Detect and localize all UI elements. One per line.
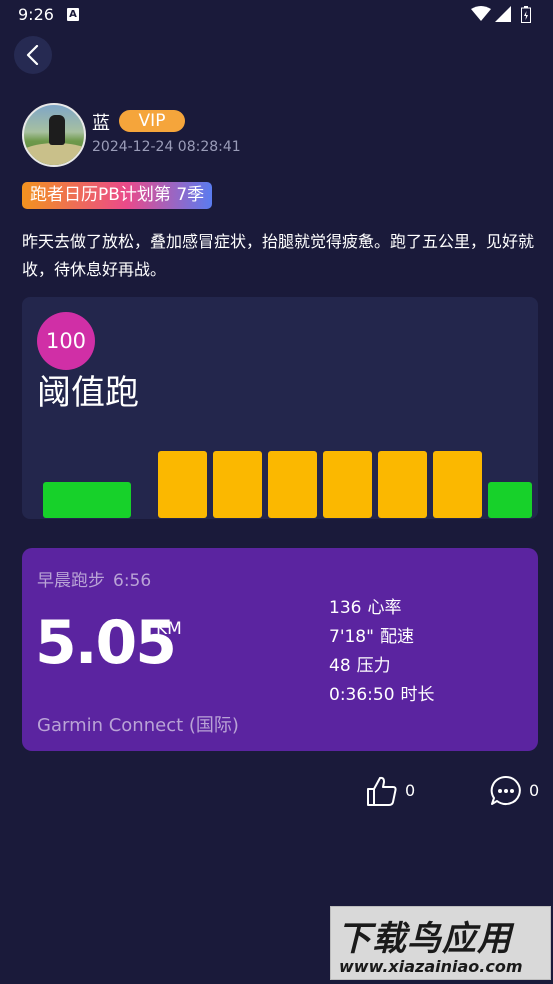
battery-icon xyxy=(521,6,531,23)
comment-icon xyxy=(490,775,521,805)
post-timestamp: 2024-12-24 08:28:41 xyxy=(92,139,241,155)
vip-badge: VIP xyxy=(119,110,185,132)
activity-distance-unit: KM xyxy=(156,619,182,639)
stat-value: 136 xyxy=(329,598,362,618)
post-text: 昨天去做了放松，叠加感冒症状，抬腿就觉得疲惫。跑了五公里，见好就收，待休息好再战… xyxy=(22,232,535,279)
activity-card[interactable]: 早晨跑步 6:56 5.05 KM 136 心率 7'18" 配速 48 压力 0:36… xyxy=(22,548,538,751)
stat-pace: 7'18" 配速 xyxy=(329,623,435,652)
stat-value: 48 xyxy=(329,656,351,676)
stat-label: 配速 xyxy=(379,627,414,647)
chevron-left-icon xyxy=(26,45,39,65)
activity-name: 早晨跑步 xyxy=(37,571,105,591)
stat-label: 心率 xyxy=(367,598,402,618)
stat-duration: 0:36:50 时长 xyxy=(329,681,435,710)
activity-distance: 5.05 xyxy=(35,608,177,678)
avatar-hill xyxy=(24,143,84,165)
workout-bar-easy xyxy=(488,482,532,518)
status-bar: 9:26 A xyxy=(0,0,553,32)
like-button[interactable]: 0 xyxy=(365,774,425,810)
thumbs-up-icon xyxy=(367,776,397,806)
status-time: 9:26 xyxy=(18,5,54,24)
watermark: 下载鸟应用 www.xiazainiao.com xyxy=(330,906,551,980)
signal-icon xyxy=(495,6,511,22)
back-button[interactable] xyxy=(14,36,52,74)
stat-value: 0:36:50 xyxy=(329,685,395,705)
avatar[interactable] xyxy=(22,103,86,167)
workout-bar-threshold xyxy=(323,451,372,518)
stat-stress: 48 压力 xyxy=(329,652,435,681)
workout-bar-threshold xyxy=(213,451,262,518)
avatar-person xyxy=(49,115,65,145)
activity-stats: 136 心率 7'18" 配速 48 压力 0:36:50 时长 xyxy=(329,594,435,710)
workout-bar-easy xyxy=(43,482,131,518)
workout-bar-threshold xyxy=(433,451,482,518)
stat-label: 压力 xyxy=(356,656,391,676)
watermark-logo: 下载鸟应用 xyxy=(337,919,512,959)
stat-value: 7'18" xyxy=(329,627,374,647)
activity-source: Garmin Connect (国际) xyxy=(37,715,239,736)
workout-bar-threshold xyxy=(268,451,317,518)
activity-time: 6:56 xyxy=(113,571,152,591)
workout-bar-threshold xyxy=(158,451,207,518)
comment-count: 0 xyxy=(529,781,540,800)
workout-intensity-bars xyxy=(22,297,538,519)
workout-card[interactable]: 100 阈值跑 xyxy=(22,297,538,519)
topic-tag[interactable]: 跑者日历PB计划第 7季 xyxy=(22,182,213,209)
activity-header: 早晨跑步 6:56 xyxy=(37,566,151,591)
comment-button[interactable]: 0 xyxy=(489,774,549,810)
watermark-url: www.xiazainiao.com xyxy=(339,957,523,976)
workout-bar-threshold xyxy=(378,451,427,518)
username[interactable]: 蓝 xyxy=(92,109,110,135)
notification-a-icon: A xyxy=(67,8,79,21)
stat-label: 时长 xyxy=(400,685,435,705)
like-count: 0 xyxy=(405,781,416,800)
wifi-icon xyxy=(471,6,491,21)
stat-heart-rate: 136 心率 xyxy=(329,594,435,623)
